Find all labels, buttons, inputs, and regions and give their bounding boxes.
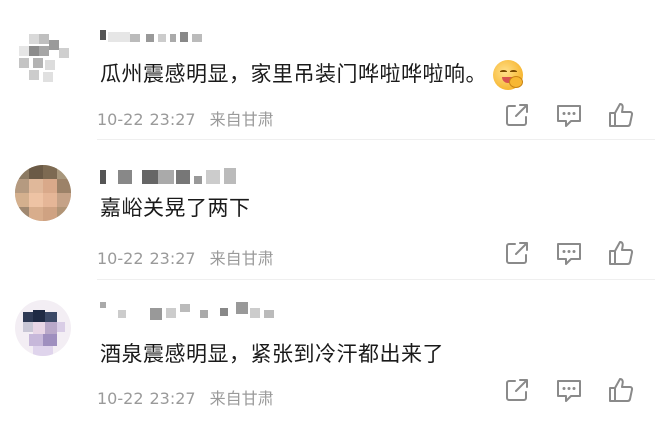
thumbs-up-icon (609, 378, 634, 402)
thumbs-up-icon (609, 241, 634, 265)
username-redacted[interactable] (100, 166, 250, 184)
share-button[interactable] (502, 100, 532, 130)
username-redacted[interactable] (100, 28, 210, 46)
comment-icon (557, 380, 581, 402)
hugging-face-emoji-icon (493, 60, 523, 90)
reply-button[interactable] (554, 100, 584, 130)
thumbs-up-icon (609, 103, 634, 127)
share-icon (506, 379, 528, 401)
avatar[interactable] (15, 165, 71, 221)
comment-icon (557, 105, 581, 127)
comment-meta: 10-22 23:27 来自甘肃 (97, 106, 274, 130)
like-button[interactable] (606, 238, 636, 268)
comment-source: 来自甘肃 (209, 249, 274, 268)
comment-text: 嘉峪关晃了两下 (100, 192, 251, 222)
comment-date: 10-22 (97, 249, 144, 268)
comment-meta: 10-22 23:27 来自甘肃 (97, 385, 274, 409)
comment-text: 酒泉震感明显，紧张到冷汗都出来了 (100, 338, 444, 368)
comment-source: 来自甘肃 (209, 389, 274, 408)
comment-text-body: 瓜州震感明显，家里吊装门哗啦哗啦响。 (100, 62, 487, 86)
share-button[interactable] (502, 375, 532, 405)
like-button[interactable] (606, 375, 636, 405)
comment-source: 来自甘肃 (209, 110, 274, 129)
comment-text: 瓜州震感明显，家里吊装门哗啦哗啦响。 (100, 58, 523, 90)
comment-actions (500, 238, 640, 268)
share-icon (506, 104, 528, 126)
avatar[interactable] (15, 30, 71, 86)
comment-time: 23:27 (149, 249, 196, 268)
username-redacted[interactable] (100, 298, 280, 320)
avatar[interactable] (15, 300, 71, 356)
comment-time: 23:27 (149, 389, 196, 408)
comment-text-body: 酒泉震感明显，紧张到冷汗都出来了 (100, 342, 444, 366)
like-button[interactable] (606, 100, 636, 130)
reply-button[interactable] (554, 375, 584, 405)
comment-item: 瓜州震感明显，家里吊装门哗啦哗啦响。 10-22 23:27 来自甘肃 (0, 0, 655, 140)
comment-date: 10-22 (97, 110, 144, 129)
comment-actions (500, 100, 640, 130)
comment-date: 10-22 (97, 389, 144, 408)
share-button[interactable] (502, 238, 532, 268)
comment-item: 嘉峪关晃了两下 10-22 23:27 来自甘肃 (0, 140, 655, 280)
comment-actions (500, 375, 640, 405)
share-icon (506, 242, 528, 264)
comment-text-body: 嘉峪关晃了两下 (100, 196, 251, 220)
reply-button[interactable] (554, 238, 584, 268)
comment-icon (557, 243, 581, 265)
comment-item: 酒泉震感明显，紧张到冷汗都出来了 10-22 23:27 来自甘肃 (0, 280, 655, 425)
comment-meta: 10-22 23:27 来自甘肃 (97, 245, 274, 269)
comment-time: 23:27 (149, 110, 196, 129)
